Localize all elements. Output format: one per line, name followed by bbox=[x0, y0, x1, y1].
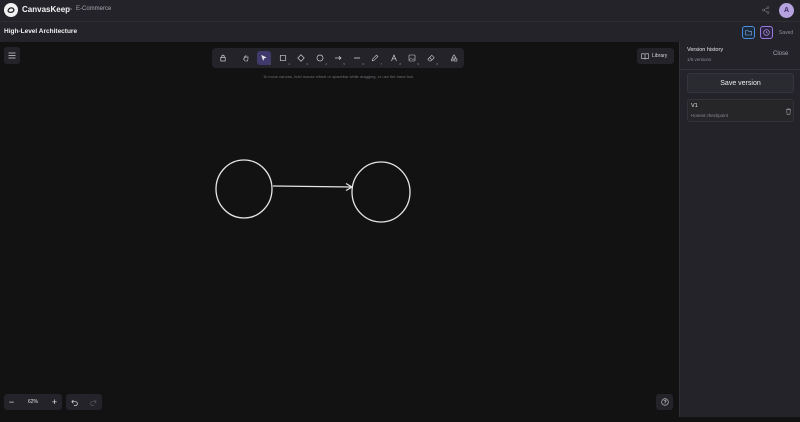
book-icon bbox=[641, 53, 649, 59]
version-history-button[interactable] bbox=[760, 26, 773, 39]
zoom-out-button[interactable]: − bbox=[4, 394, 19, 410]
hand-icon bbox=[243, 55, 249, 62]
tool-key: 5 bbox=[343, 62, 345, 66]
shapes-icon bbox=[450, 54, 458, 62]
share-icon[interactable] bbox=[762, 6, 770, 14]
zoom-controls: − 62% + bbox=[4, 394, 62, 410]
circle-icon bbox=[316, 54, 324, 62]
diamond-icon bbox=[297, 54, 305, 62]
help-button[interactable] bbox=[656, 394, 673, 410]
tool-image[interactable]: 9 bbox=[405, 51, 419, 66]
eraser-icon bbox=[427, 54, 435, 62]
zoom-level[interactable]: 62% bbox=[19, 399, 47, 405]
save-version-button[interactable]: Save version bbox=[687, 73, 794, 93]
zoom-in-button[interactable]: + bbox=[47, 394, 62, 410]
circle-shape-left[interactable] bbox=[215, 159, 273, 219]
library-label: Library bbox=[652, 53, 668, 59]
tool-selection[interactable]: 1 bbox=[257, 51, 271, 66]
tool-key: 0 bbox=[436, 62, 438, 66]
tool-key: 6 bbox=[362, 62, 364, 66]
version-description: Honest checkpoint bbox=[691, 113, 729, 118]
version-name: V1 bbox=[691, 103, 698, 109]
drawing-canvas[interactable] bbox=[0, 42, 679, 417]
redo-button[interactable] bbox=[84, 394, 102, 410]
tool-diamond[interactable]: 3 bbox=[294, 51, 308, 66]
square-icon bbox=[279, 54, 287, 62]
tool-more[interactable] bbox=[447, 51, 461, 65]
pointer-icon bbox=[261, 54, 267, 62]
panel-divider bbox=[680, 69, 800, 70]
saved-status: Saved bbox=[779, 30, 794, 36]
avatar[interactable]: A bbox=[779, 3, 794, 18]
text-icon bbox=[391, 54, 397, 62]
help-icon bbox=[660, 398, 669, 406]
undo-button[interactable] bbox=[66, 394, 84, 410]
hamburger-icon bbox=[8, 52, 16, 59]
tool-key: 9 bbox=[417, 62, 419, 66]
tool-key: 1 bbox=[269, 62, 271, 66]
tool-eraser[interactable]: 0 bbox=[424, 51, 438, 66]
canvas-drawing bbox=[215, 159, 411, 223]
canvas-hint: To move canvas, hold mouse wheel or spac… bbox=[262, 74, 414, 79]
arrow-left-icon bbox=[67, 7, 72, 11]
image-icon bbox=[408, 54, 416, 62]
redo-icon bbox=[90, 399, 97, 406]
tool-ellipse[interactable]: 4 bbox=[313, 51, 327, 66]
page-title: High-Level Architecture bbox=[4, 28, 78, 35]
tool-arrow[interactable]: 5 bbox=[331, 51, 345, 66]
top-bar: CanvasKeep E-Commerce A bbox=[0, 0, 800, 21]
tool-lock[interactable] bbox=[216, 51, 230, 65]
undo-icon bbox=[71, 399, 78, 406]
arrow-icon bbox=[335, 56, 342, 60]
panel-title: Version history bbox=[687, 47, 724, 53]
close-panel-button[interactable]: Close bbox=[773, 51, 788, 57]
library-button[interactable]: Library bbox=[637, 48, 674, 64]
folder-button[interactable] bbox=[742, 26, 755, 39]
tool-key: 2 bbox=[288, 62, 290, 66]
pencil-icon bbox=[371, 54, 379, 62]
arrow-connector[interactable] bbox=[272, 185, 353, 188]
back-link-label: E-Commerce bbox=[76, 6, 112, 12]
version-item[interactable]: V1 Honest checkpoint bbox=[687, 99, 794, 122]
tool-draw[interactable]: 7 bbox=[368, 51, 382, 66]
tool-text[interactable]: 8 bbox=[387, 51, 401, 66]
circle-shape-right[interactable] bbox=[351, 161, 411, 223]
main-menu-button[interactable] bbox=[4, 47, 20, 64]
trash-icon[interactable] bbox=[785, 108, 792, 115]
undo-redo-controls bbox=[66, 394, 102, 410]
tool-line[interactable]: 6 bbox=[350, 51, 364, 66]
tool-key: 3 bbox=[306, 62, 308, 66]
tool-key: 7 bbox=[380, 62, 382, 66]
version-history-panel: Version history 1/5 versions Close Save … bbox=[679, 42, 800, 417]
document-bar: High-Level Architecture Saved bbox=[0, 21, 800, 42]
tool-key: 8 bbox=[399, 62, 401, 66]
history-icon bbox=[763, 29, 770, 36]
tool-key: 4 bbox=[325, 62, 327, 66]
tool-rectangle[interactable]: 2 bbox=[276, 51, 290, 66]
version-count: 1/5 versions bbox=[687, 57, 712, 62]
lock-icon bbox=[220, 54, 226, 62]
folder-icon bbox=[745, 30, 752, 36]
app-logo-icon[interactable] bbox=[4, 3, 18, 17]
line-icon bbox=[354, 57, 360, 59]
tool-hand[interactable] bbox=[239, 51, 253, 65]
app-name: CanvasKeep bbox=[22, 5, 71, 14]
shape-toolbar: 1 2 3 4 5 6 7 8 9 0 bbox=[212, 48, 464, 68]
back-link[interactable]: E-Commerce bbox=[67, 6, 111, 12]
